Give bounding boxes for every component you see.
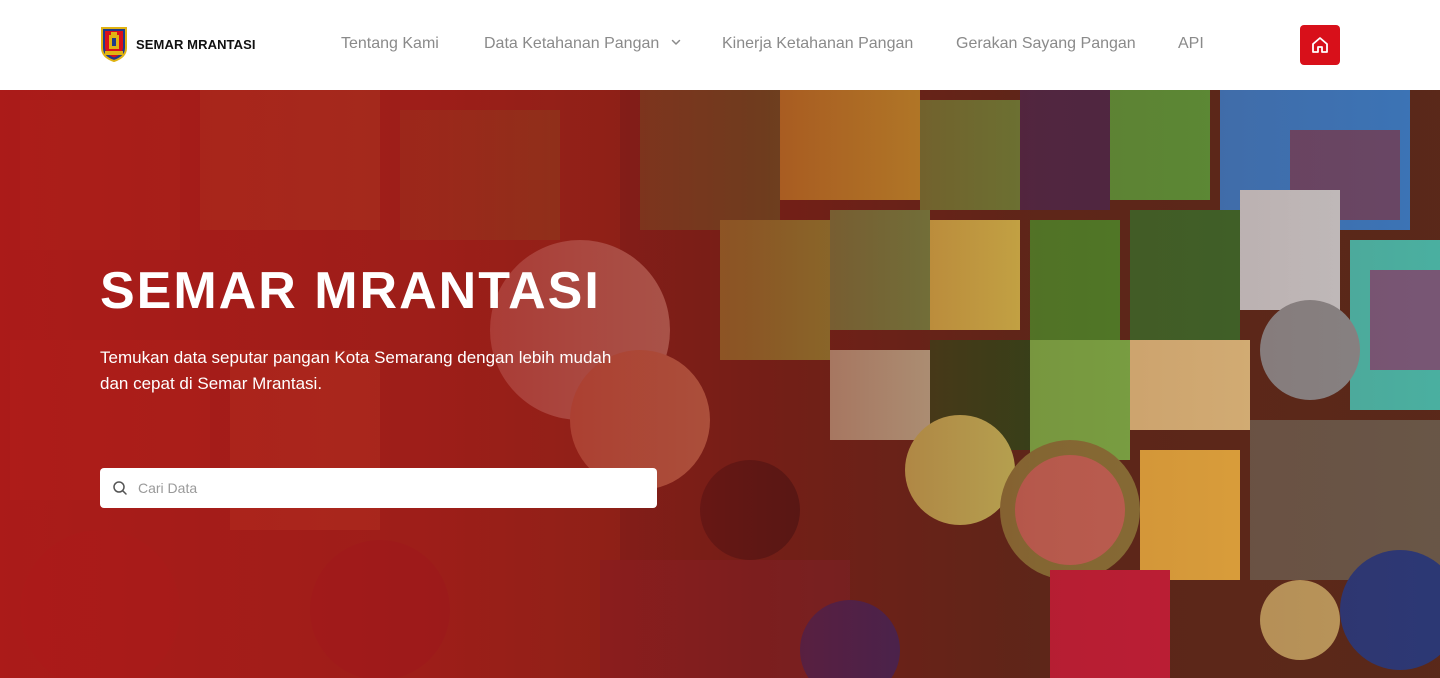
home-icon (1312, 37, 1328, 53)
nav-item-kinerja-ketahanan-pangan[interactable]: Kinerja Ketahanan Pangan (722, 34, 913, 54)
search-icon (112, 480, 128, 496)
nav-item-tentang-kami[interactable]: Tentang Kami (341, 34, 439, 54)
home-button[interactable] (1300, 25, 1340, 65)
nav-item-api[interactable]: API (1178, 34, 1204, 54)
top-navbar: SEMAR MRANTASI Tentang Kami Data Ketahan… (0, 0, 1440, 90)
chevron-down-icon (671, 40, 680, 46)
hero-title: SEMAR MRANTASI (100, 262, 601, 320)
hero-subtitle: Temukan data seputar pangan Kota Semaran… (100, 348, 612, 393)
search-input[interactable] (136, 472, 630, 504)
nav-item-data-ketahanan-pangan[interactable]: Data Ketahanan Pangan (484, 34, 682, 54)
search-bar[interactable] (100, 468, 657, 508)
main-nav: Tentang Kami Data Ketahanan Pangan Kiner… (0, 0, 1440, 90)
hero-section: SEMAR MRANTASI Temukan data seputar pang… (0, 90, 1440, 678)
nav-item-gerakan-sayang-pangan[interactable]: Gerakan Sayang Pangan (956, 34, 1136, 54)
nav-item-label: Data Ketahanan Pangan (484, 35, 660, 52)
